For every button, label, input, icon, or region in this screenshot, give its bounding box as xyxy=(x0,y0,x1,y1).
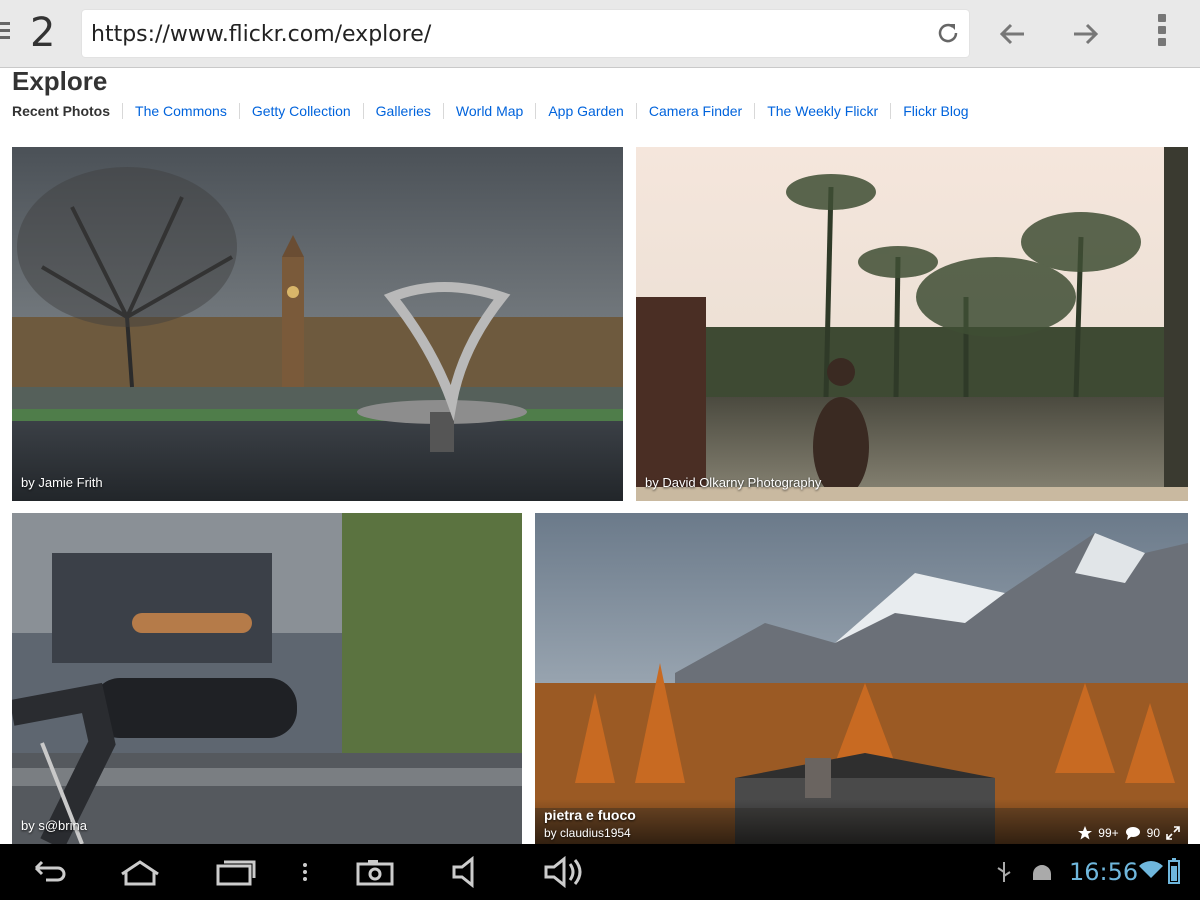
comment-icon[interactable] xyxy=(1125,826,1141,840)
page-title: Explore xyxy=(12,68,108,96)
address-bar[interactable] xyxy=(82,10,969,57)
photo-tile[interactable]: by David Olkarny Photography xyxy=(636,147,1188,501)
page-content: Explore Recent Photos The Commons Getty … xyxy=(0,68,1200,844)
system-bar: 16:56 xyxy=(0,844,1200,900)
volume-up-icon[interactable] xyxy=(542,856,584,888)
photo-credit[interactable]: by Jamie Frith xyxy=(21,475,103,490)
back-icon[interactable] xyxy=(26,856,68,888)
home-icon[interactable] xyxy=(118,856,162,888)
photo-image xyxy=(12,147,623,501)
overflow-menu-icon[interactable] xyxy=(1150,14,1174,54)
faves-count: 99+ xyxy=(1098,826,1119,840)
clock: 16:56 xyxy=(1069,858,1139,886)
photo-credit[interactable]: by David Olkarny Photography xyxy=(645,475,821,490)
nav-flickr-blog[interactable]: Flickr Blog xyxy=(890,103,980,119)
android-icon xyxy=(1033,865,1051,880)
recent-apps-icon[interactable] xyxy=(214,856,258,888)
photo-image xyxy=(636,147,1188,501)
menu-dots-icon[interactable] xyxy=(300,856,310,888)
usb-icon xyxy=(997,862,1011,882)
nav-getty-collection[interactable]: Getty Collection xyxy=(238,103,363,119)
menu-icon[interactable] xyxy=(0,22,12,46)
nav-app-garden[interactable]: App Garden xyxy=(535,103,636,119)
photo-tile[interactable]: by s@brina xyxy=(12,513,522,844)
screenshot-icon[interactable] xyxy=(356,856,394,888)
photo-tile[interactable]: pietra e fuoco by claudius1954 99+ 90 xyxy=(535,513,1188,844)
forward-arrow-icon[interactable] xyxy=(1068,16,1104,52)
nav-galleries[interactable]: Galleries xyxy=(362,103,443,119)
nav-weekly-flickr[interactable]: The Weekly Flickr xyxy=(754,103,890,119)
photo-image xyxy=(12,513,522,844)
photo-title[interactable]: pietra e fuoco xyxy=(544,807,636,823)
volume-down-icon[interactable] xyxy=(450,856,488,888)
nav-recent-photos[interactable]: Recent Photos xyxy=(12,103,122,119)
nav-camera-finder[interactable]: Camera Finder xyxy=(635,103,754,119)
expand-icon[interactable] xyxy=(1166,826,1180,840)
wifi-icon xyxy=(1139,861,1163,878)
url-input[interactable] xyxy=(91,18,911,50)
nav-world-map[interactable]: World Map xyxy=(442,103,535,119)
browser-toolbar: 2 xyxy=(0,0,1200,68)
photo-image xyxy=(535,513,1188,844)
explore-subnav: Recent Photos The Commons Getty Collecti… xyxy=(12,100,981,122)
photo-credit[interactable]: by s@brina xyxy=(21,818,87,833)
nav-the-commons[interactable]: The Commons xyxy=(122,103,239,119)
battery-icon xyxy=(1168,858,1180,884)
back-arrow-icon[interactable] xyxy=(994,16,1030,52)
comments-count: 90 xyxy=(1146,826,1160,840)
reload-icon[interactable] xyxy=(935,20,961,46)
photo-tile[interactable]: by Jamie Frith xyxy=(12,147,623,501)
star-icon[interactable] xyxy=(1078,826,1093,840)
photo-stats: 99+ 90 xyxy=(1078,826,1180,840)
photo-credit[interactable]: by claudius1954 xyxy=(544,826,631,840)
tab-count-button[interactable]: 2 xyxy=(30,10,55,56)
